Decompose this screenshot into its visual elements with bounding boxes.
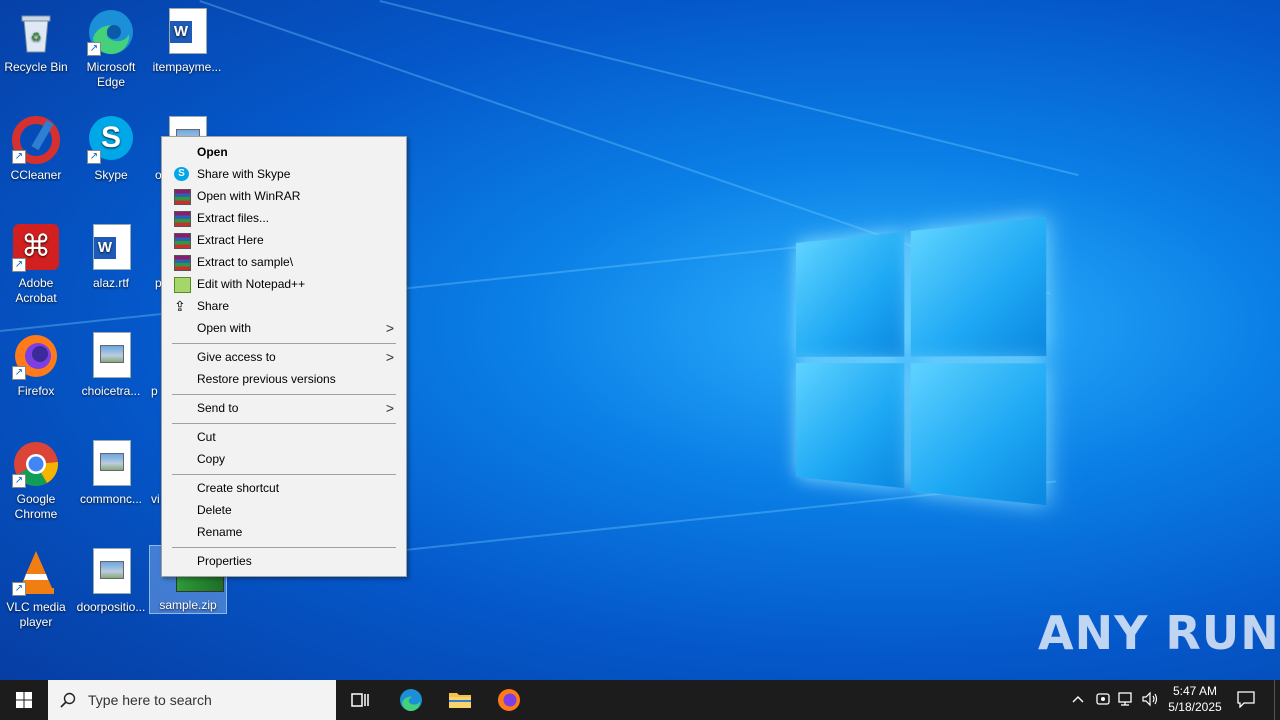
- speaker-icon: [1142, 691, 1158, 707]
- acrobat-icon: ⌘ ↗: [12, 224, 60, 272]
- menu-item-extract-here[interactable]: Extract Here: [164, 229, 404, 251]
- webcam-icon: [1096, 693, 1110, 705]
- menu-item-open[interactable]: Open: [164, 141, 404, 163]
- taskbar-search-box[interactable]: Type here to search: [48, 680, 336, 720]
- menu-separator: [172, 423, 396, 424]
- clock-date: 5/18/2025: [1168, 700, 1222, 714]
- network-icon: [1118, 692, 1132, 706]
- shortcut-arrow-icon: ↗: [12, 366, 26, 380]
- desktop-icon-ccleaner[interactable]: ↗ CCleaner: [0, 116, 74, 183]
- tray-clock[interactable]: 5:47 AM 5/18/2025: [1164, 683, 1226, 717]
- firefox-icon: ↗: [12, 332, 60, 380]
- anyrun-watermark: ANY RUN: [1038, 606, 1280, 660]
- image-file-icon: [87, 440, 135, 488]
- shortcut-arrow-icon: ↗: [12, 258, 26, 272]
- tray-volume[interactable]: [1142, 691, 1160, 709]
- menu-item-edit-with-notepadpp[interactable]: Edit with Notepad++: [164, 273, 404, 295]
- word-document-icon: W: [163, 8, 211, 56]
- desktop-icon-recycle-bin[interactable]: ♻ Recycle Bin: [0, 8, 74, 75]
- menu-separator: [172, 474, 396, 475]
- task-view-icon: [351, 693, 369, 707]
- action-center-button[interactable]: [1236, 690, 1258, 710]
- task-view-button[interactable]: [348, 688, 372, 712]
- desktop-icon-doorpositio[interactable]: doorpositio...: [73, 548, 149, 615]
- chevron-right-icon: >: [385, 349, 394, 365]
- desktop-icon-google-chrome[interactable]: ↗ Google Chrome: [0, 440, 74, 522]
- word-document-icon: W: [87, 224, 135, 272]
- recycle-bin-icon: ♻: [12, 8, 60, 56]
- search-icon: [60, 692, 76, 708]
- shortcut-arrow-icon: ↗: [87, 42, 101, 56]
- desktop-icon-alaz-rtf[interactable]: W alaz.rtf: [73, 224, 149, 291]
- menu-item-properties[interactable]: Properties: [164, 550, 404, 572]
- menu-item-share-with-skype[interactable]: S Share with Skype: [164, 163, 404, 185]
- shortcut-arrow-icon: ↗: [87, 150, 101, 164]
- chrome-icon: ↗: [12, 440, 60, 488]
- image-file-icon: [87, 332, 135, 380]
- menu-separator: [172, 547, 396, 548]
- chevron-right-icon: >: [385, 400, 394, 416]
- winrar-icon: [174, 211, 191, 227]
- menu-item-copy[interactable]: Copy: [164, 448, 404, 470]
- image-file-icon: [87, 548, 135, 596]
- desktop-icon-vlc[interactable]: ↗ VLC media player: [0, 548, 74, 630]
- taskbar-edge-button[interactable]: [399, 688, 423, 712]
- winrar-icon: [174, 189, 191, 205]
- taskbar-file-explorer-button[interactable]: [448, 688, 472, 712]
- skype-icon: S: [174, 167, 189, 181]
- desktop-icon-itempayme[interactable]: W itempayme...: [149, 8, 225, 75]
- vlc-icon: ↗: [12, 548, 60, 596]
- shortcut-arrow-icon: ↗: [12, 474, 26, 488]
- edge-icon: ↗: [87, 8, 135, 56]
- desktop-icon-microsoft-edge[interactable]: ↗ Microsoft Edge: [73, 8, 149, 90]
- menu-item-open-with-winrar[interactable]: Open with WinRAR: [164, 185, 404, 207]
- context-menu: Open S Share with Skype Open with WinRAR …: [161, 136, 407, 577]
- clock-time: 5:47 AM: [1172, 684, 1218, 698]
- tray-network[interactable]: [1118, 691, 1134, 709]
- chevron-right-icon: >: [385, 320, 394, 336]
- notification-icon: [1237, 691, 1255, 709]
- edge-icon: [400, 689, 422, 712]
- taskbar: Type here to search 5:47 AM 5/18/2025: [0, 680, 1280, 720]
- ccleaner-icon: ↗: [12, 116, 60, 164]
- windows-start-icon: [16, 692, 32, 708]
- menu-item-send-to[interactable]: Send to >: [164, 397, 404, 419]
- desktop-icon-commonc[interactable]: commonc...: [73, 440, 149, 507]
- show-desktop-button[interactable]: [1274, 680, 1280, 720]
- winrar-icon: [174, 233, 191, 249]
- light-beam: [379, 0, 1079, 177]
- menu-item-open-with[interactable]: Open with >: [164, 317, 404, 339]
- tray-meet-now[interactable]: [1095, 691, 1111, 709]
- menu-separator: [172, 394, 396, 395]
- menu-item-rename[interactable]: Rename: [164, 521, 404, 543]
- start-button[interactable]: [0, 680, 48, 720]
- menu-item-share[interactable]: ⇪ Share: [164, 295, 404, 317]
- desktop-icon-adobe-acrobat[interactable]: ⌘ ↗ Adobe Acrobat: [0, 224, 74, 306]
- share-icon: ⇪: [174, 298, 186, 314]
- skype-icon: S ↗: [87, 116, 135, 164]
- desktop-icon-skype[interactable]: S ↗ Skype: [73, 116, 149, 183]
- menu-item-give-access-to[interactable]: Give access to >: [164, 346, 404, 368]
- windows-logo: [796, 216, 1047, 506]
- menu-item-delete[interactable]: Delete: [164, 499, 404, 521]
- shortcut-arrow-icon: ↗: [12, 150, 26, 164]
- menu-separator: [172, 343, 396, 344]
- chevron-up-icon: [1072, 696, 1084, 703]
- search-placeholder: Type here to search: [88, 692, 212, 708]
- menu-item-cut[interactable]: Cut: [164, 426, 404, 448]
- desktop-icon-choicetra[interactable]: choicetra...: [73, 332, 149, 399]
- menu-item-extract-files[interactable]: Extract files...: [164, 207, 404, 229]
- desktop-icon-firefox[interactable]: ↗ Firefox: [0, 332, 74, 399]
- taskbar-firefox-button[interactable]: [497, 688, 521, 712]
- svg-text:♻: ♻: [31, 30, 42, 44]
- notepadpp-icon: [174, 277, 191, 293]
- shortcut-arrow-icon: ↗: [12, 582, 26, 596]
- menu-item-extract-to-sample[interactable]: Extract to sample\: [164, 251, 404, 273]
- firefox-icon: [498, 689, 520, 711]
- menu-item-restore-previous-versions[interactable]: Restore previous versions: [164, 368, 404, 390]
- tray-overflow-chevron[interactable]: [1070, 691, 1086, 709]
- menu-item-create-shortcut[interactable]: Create shortcut: [164, 477, 404, 499]
- winrar-icon: [174, 255, 191, 271]
- folder-icon: [449, 693, 471, 708]
